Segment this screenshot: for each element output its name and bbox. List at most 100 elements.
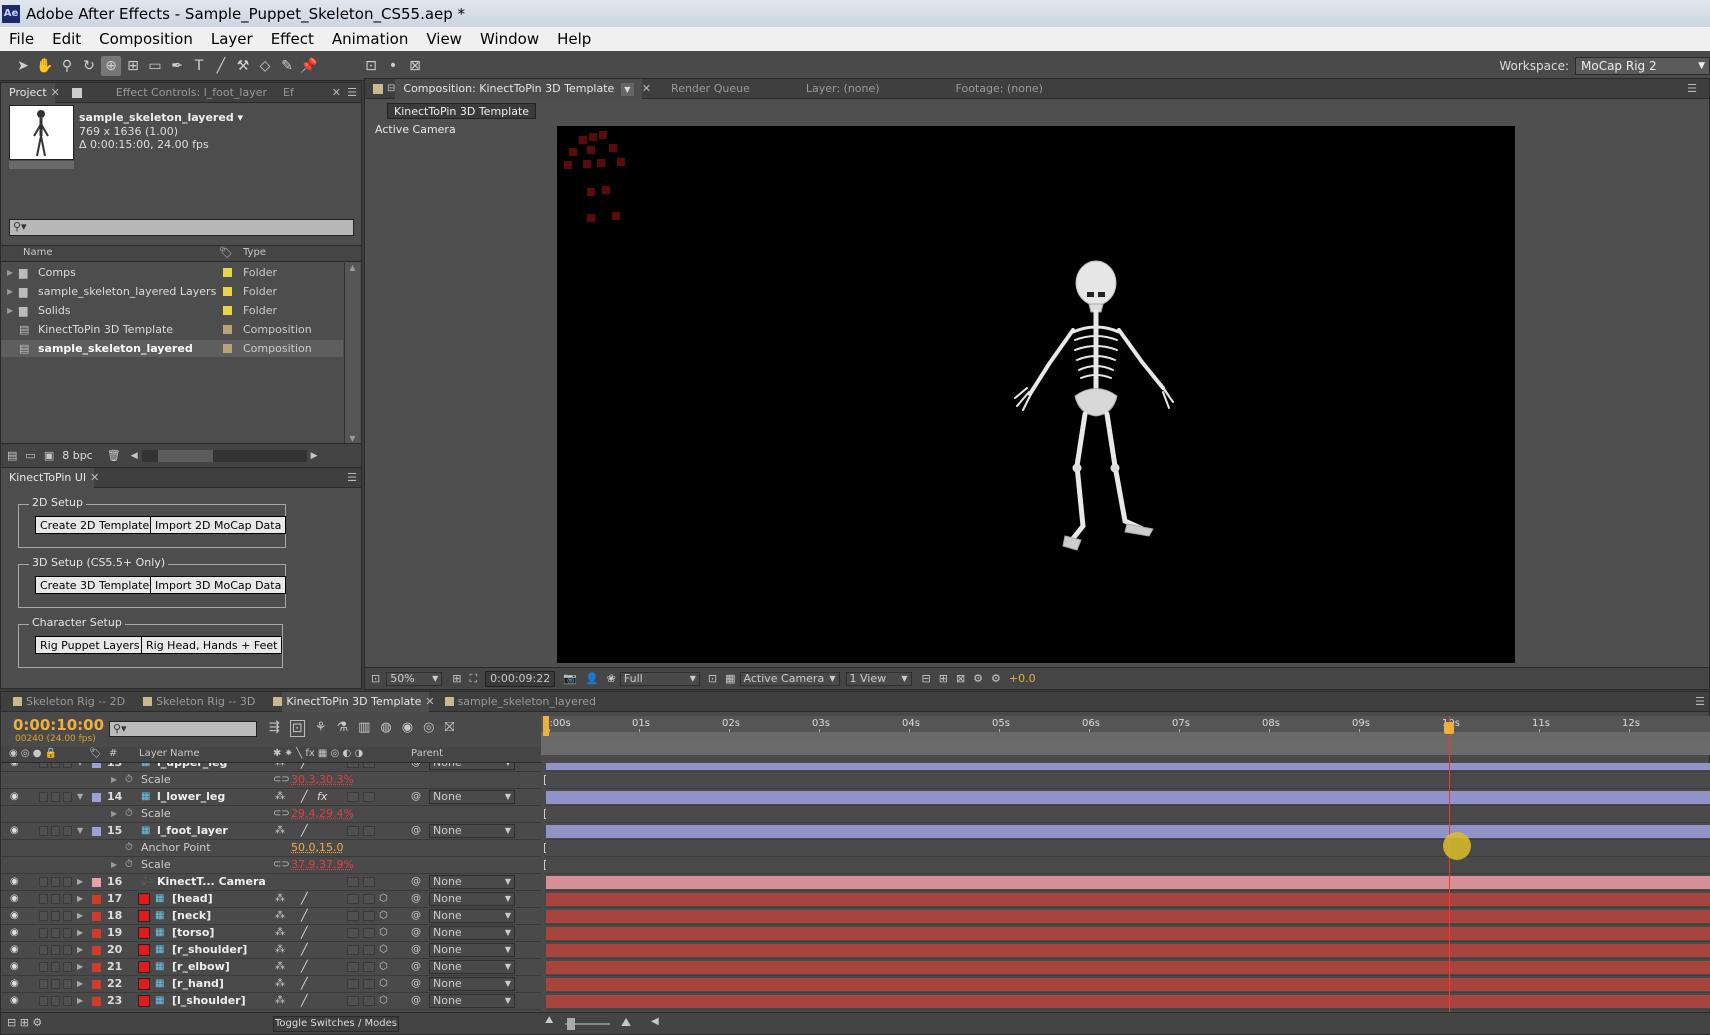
quality-switch-icon[interactable]: ╱ (301, 959, 308, 975)
menu-layer[interactable]: Layer (202, 30, 262, 48)
switch-box[interactable] (363, 945, 375, 955)
quality-switch-icon[interactable]: ╱ (301, 891, 308, 907)
switch-box[interactable] (347, 826, 359, 836)
layer-label-color[interactable] (92, 793, 101, 802)
layer-label-color[interactable] (92, 929, 101, 938)
current-time-display[interactable]: 0:00:09:22 (485, 671, 555, 687)
type-tool-icon[interactable]: T (189, 56, 209, 76)
layer-duration-bar[interactable] (546, 927, 1710, 940)
switch-box[interactable] (51, 928, 60, 938)
disclosure-triangle-icon[interactable]: ▶ (77, 908, 83, 924)
switch-box[interactable] (63, 894, 72, 904)
tab-project[interactable]: Project (1, 83, 55, 103)
pick-whip-icon[interactable]: @ (411, 942, 421, 958)
close-icon[interactable]: ✕ (332, 86, 341, 99)
parent-dropdown[interactable]: None (429, 824, 515, 838)
expand-panes-icon[interactable]: ⊟ ⊞ ⚙ (7, 1016, 42, 1029)
auto-keyframe-icon[interactable]: ◎ (423, 720, 434, 737)
layer-name[interactable]: l_upper_leg (157, 763, 227, 771)
toggle-transparency-grid-icon[interactable]: ⛶ (469, 672, 477, 686)
switch-box[interactable] (51, 877, 60, 887)
switch-box[interactable] (363, 826, 375, 836)
column-type[interactable]: Type (243, 247, 266, 258)
switch-box[interactable] (39, 792, 48, 802)
property-row[interactable]: ▶ ⏱ Scale ⊂⊃ 29.4,29.4% (1, 806, 1710, 823)
switch-box[interactable] (63, 979, 72, 989)
rotate-tool-icon[interactable]: ↻ (79, 56, 99, 76)
layer-duration-bar[interactable] (546, 876, 1710, 889)
close-icon[interactable]: ✕ (642, 82, 651, 95)
visibility-eye-icon[interactable]: ◉ (10, 891, 19, 907)
trash-icon[interactable]: 🗑 (107, 449, 121, 462)
timeline-search-input[interactable]: ⚲▾ (109, 721, 257, 737)
parent-dropdown[interactable]: None (429, 960, 515, 974)
layer-row[interactable]: ◉ ▶ 19 ▦ [torso] ⁂ ╱ ⬡ @ None (1, 925, 1710, 942)
pick-whip-icon[interactable]: @ (411, 993, 421, 1009)
workspace-dropdown[interactable]: MoCap Rig 2 ▼ (1575, 57, 1710, 75)
work-area-start[interactable] (543, 716, 549, 736)
layer-name[interactable]: [l_shoulder] (172, 993, 246, 1009)
timeline-track[interactable] (546, 806, 1710, 823)
new-comp-icon[interactable]: ▣ (44, 449, 54, 462)
pick-whip-icon[interactable]: @ (411, 959, 421, 975)
visibility-eye-icon[interactable]: ◉ (10, 976, 19, 992)
switch-box[interactable] (347, 792, 359, 802)
always-preview-icon[interactable]: ⊡ (371, 672, 380, 685)
switch-box[interactable] (39, 996, 48, 1006)
quality-switch-icon[interactable]: ╱ (301, 908, 308, 924)
menu-view[interactable]: View (417, 30, 471, 48)
switch-box[interactable] (347, 979, 359, 989)
panel-menu-icon[interactable]: ☰ (1695, 695, 1705, 708)
tab-footage[interactable]: Footage: (none) (948, 79, 1051, 99)
comp-breadcrumb[interactable]: KinectToPin 3D Template (387, 103, 536, 119)
switch-box[interactable] (347, 996, 359, 1006)
switch-box[interactable] (363, 928, 375, 938)
switch-box[interactable] (347, 877, 359, 887)
effects-switch-icon[interactable]: fx (317, 789, 327, 805)
project-item[interactable]: ▤ KinectToPin 3D Template Composition (1, 321, 343, 338)
draft-3d-icon[interactable]: ⊡ (290, 720, 305, 737)
motion-blur-icon[interactable]: ▥ (358, 720, 370, 737)
disclosure-triangle-icon[interactable]: ▶ (77, 959, 83, 975)
pen-tool-icon[interactable]: ✒ (167, 56, 187, 76)
hand-tool-icon[interactable]: ✋ (35, 56, 55, 76)
timeline-tab[interactable]: sample_skeleton_layered (454, 692, 604, 712)
project-item[interactable]: ▤ sample_skeleton_layered Composition (1, 340, 343, 357)
close-icon[interactable]: ✕ (425, 695, 434, 708)
layer-name[interactable]: l_lower_leg (157, 789, 225, 805)
disclosure-triangle-icon[interactable]: ▶ (111, 806, 117, 822)
visibility-eye-icon[interactable]: ◉ (10, 763, 19, 771)
timeline-tab[interactable]: KinectToPin 3D Template (282, 692, 429, 712)
transparency-grid-icon[interactable]: ▦ (725, 672, 735, 685)
shy-switch-icon[interactable]: ⁂ (275, 908, 285, 924)
property-value[interactable]: 30.3,30.3% (291, 772, 354, 788)
layer-name[interactable]: [r_elbow] (172, 959, 230, 975)
layer-label-color[interactable] (92, 827, 101, 836)
create-3d-template-button[interactable]: Create 3D Template (35, 576, 154, 594)
parent-dropdown[interactable]: None (429, 875, 515, 889)
zoom-out-icon[interactable]: ⛰ (545, 1015, 553, 1026)
tab-effect-controls[interactable]: Effect Controls: l_foot_layer (108, 83, 275, 103)
layer-label-color[interactable] (92, 912, 101, 921)
stopwatch-icon[interactable]: ⏱ (125, 806, 133, 822)
disclosure-triangle-icon[interactable]: ▶ (77, 993, 83, 1009)
bpc-toggle[interactable]: 8 bpc (62, 449, 93, 462)
parent-dropdown[interactable]: None (429, 926, 515, 940)
switch-box[interactable] (363, 894, 375, 904)
puppet-pin-tool-icon[interactable]: 📌 (299, 56, 319, 76)
visibility-eye-icon[interactable]: ◉ (10, 993, 19, 1009)
panel-menu-icon[interactable]: ☰ (1687, 82, 1697, 95)
switch-box[interactable] (347, 894, 359, 904)
disclosure-triangle-icon[interactable]: ▼ (77, 823, 83, 839)
close-icon[interactable]: ✕ (51, 86, 60, 99)
switch-box[interactable] (363, 979, 375, 989)
3d-layer-icon[interactable]: ⬡ (379, 993, 388, 1009)
project-search-input[interactable]: ⚲▾ (9, 219, 354, 236)
switch-box[interactable] (363, 996, 375, 1006)
flowchart-icon[interactable]: ⚙ (973, 672, 983, 685)
quality-switch-icon[interactable]: ╱ (301, 763, 308, 771)
switch-box[interactable] (51, 911, 60, 921)
menu-help[interactable]: Help (548, 30, 600, 48)
zoom-dropdown[interactable]: 50% (386, 672, 442, 686)
scroll-left-icon[interactable]: ◀ (131, 451, 138, 461)
